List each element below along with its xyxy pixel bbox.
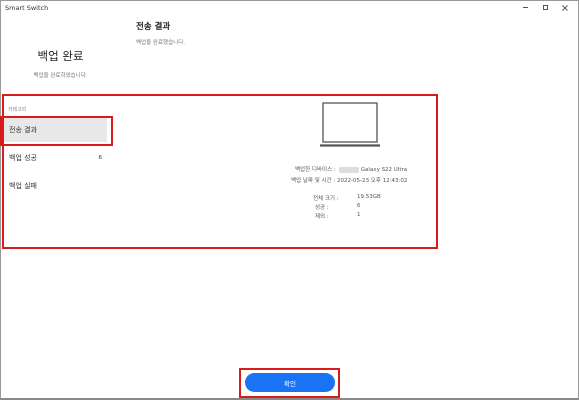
confirm-button[interactable]: 확인 bbox=[245, 373, 335, 392]
excluded-label: 제외 : bbox=[315, 214, 329, 220]
success-value: 6 bbox=[357, 203, 361, 209]
total-size-label: 전체 크기 : bbox=[313, 196, 339, 202]
device-info-line: 백업한 디바이스 : Galaxy S22 Ultra bbox=[295, 165, 407, 173]
excluded-value: 1 bbox=[357, 212, 361, 218]
main-header: 전송 결과 백업을 완료했습니다. bbox=[136, 20, 185, 46]
total-size-value: 19.53GB bbox=[357, 194, 381, 200]
sidebar-item-backup-failure[interactable]: 백업 실패 bbox=[3, 174, 107, 198]
maximize-icon bbox=[542, 5, 548, 10]
sidebar-item-label: 백업 성공 bbox=[9, 154, 37, 162]
page-title: 전송 결과 bbox=[136, 22, 171, 32]
minimize-icon bbox=[522, 7, 528, 8]
sidebar-item-count: 6 bbox=[98, 155, 103, 161]
device-name-redacted bbox=[338, 166, 359, 173]
page-subtitle: 백업을 완료했습니다. bbox=[136, 40, 186, 46]
date-value: 2022-05-23 오후 12:43:02 bbox=[337, 178, 408, 184]
app-title: Smart Switch bbox=[5, 4, 49, 12]
category-label: 카테고리 bbox=[8, 107, 27, 113]
date-info-line: 백업 날짜 및 시간 : 2022-05-23 오후 12:43:02 bbox=[291, 176, 407, 184]
success-label: 성공 : bbox=[315, 205, 329, 211]
backup-complete-title: 백업 완료 bbox=[37, 49, 84, 63]
laptop-icon bbox=[320, 102, 380, 147]
minimize-button[interactable] bbox=[515, 2, 535, 13]
sidebar-item-label: 전송 결과 bbox=[9, 126, 37, 134]
window-controls bbox=[515, 2, 575, 13]
sidebar-item-backup-success[interactable]: 백업 성공 6 bbox=[3, 146, 107, 170]
sidebar-item-label: 백업 실패 bbox=[9, 182, 37, 190]
maximize-button[interactable] bbox=[535, 2, 555, 13]
date-label: 백업 날짜 및 시간 : bbox=[291, 178, 336, 184]
device-label: 백업한 디바이스 : bbox=[295, 167, 336, 173]
title-bar: Smart Switch bbox=[0, 0, 579, 16]
close-button[interactable] bbox=[555, 2, 575, 13]
backup-complete-subtitle: 백업을 완료하였습니다. bbox=[33, 73, 88, 79]
device-name: Galaxy S22 Ultra bbox=[360, 167, 408, 173]
close-icon bbox=[562, 4, 568, 11]
sidebar-item-transfer-result[interactable]: 전송 결과 bbox=[3, 118, 107, 142]
left-header: 백업 완료 백업을 완료하였습니다. bbox=[0, 48, 121, 79]
